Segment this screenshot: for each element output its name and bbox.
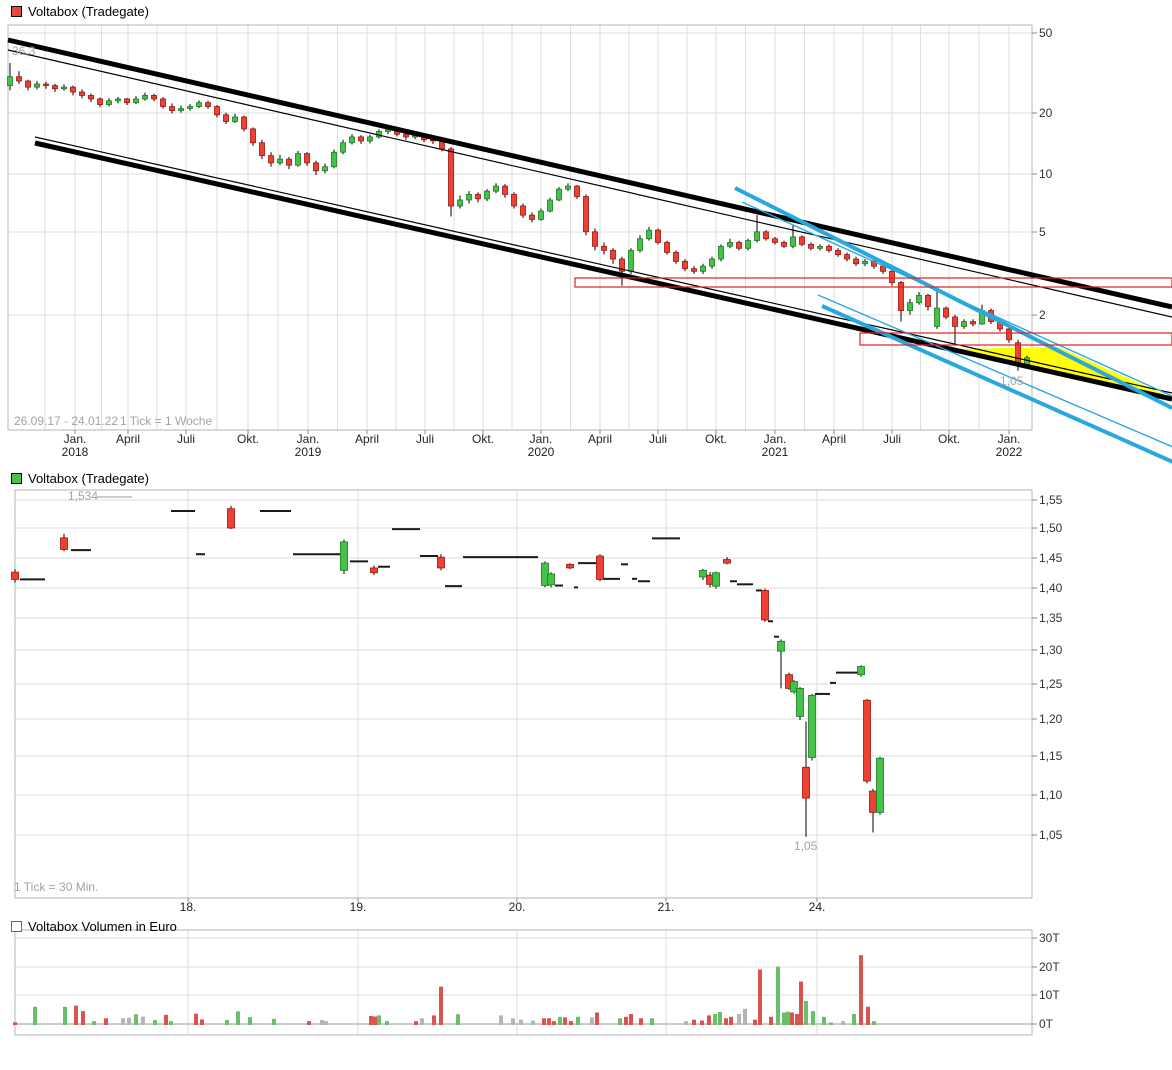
weekly-x-tick: Jan. 2019 — [276, 433, 340, 459]
volume-legend-label: Voltabox Volumen in Euro — [28, 919, 177, 934]
intraday-y-tick: 1,15 — [1039, 749, 1062, 763]
volume-y-tick: 10T — [1039, 988, 1060, 1002]
weekly-tick-text: 1 Tick = 1 Woche — [120, 414, 212, 428]
weekly-high-annotation: 36,3 — [12, 44, 35, 58]
weekly-x-tick: Okt. — [684, 433, 748, 446]
weekly-legend-label: Voltabox (Tradegate) — [28, 4, 149, 19]
weekly-y-tick: 10 — [1039, 167, 1052, 181]
weekly-range-text: 26.09.17 - 24.01.22 — [14, 414, 118, 428]
intraday-x-tick: 24. — [785, 901, 849, 914]
intraday-tick-text: 1 Tick = 30 Min. — [14, 880, 98, 894]
intraday-y-tick: 1,10 — [1039, 788, 1062, 802]
intraday-x-tick: 21. — [634, 901, 698, 914]
intraday-y-tick: 1,55 — [1039, 493, 1062, 507]
weekly-y-tick: 2 — [1039, 308, 1046, 322]
weekly-x-tick: April — [96, 433, 160, 446]
intraday-high-annotation: 1,534 — [68, 489, 98, 503]
intraday-y-tick: 1,30 — [1039, 643, 1062, 657]
weekly-x-tick: April — [335, 433, 399, 446]
intraday-legend-label: Voltabox (Tradegate) — [28, 471, 149, 486]
weekly-x-tick: Jan. 2021 — [743, 433, 807, 459]
weekly-x-tick: Juli — [626, 433, 690, 446]
weekly-x-tick: Jan. 2022 — [977, 433, 1041, 459]
legend-swatch-red-icon — [11, 6, 22, 17]
volume-y-tick: 30T — [1039, 931, 1060, 945]
intraday-y-tick: 1,20 — [1039, 712, 1062, 726]
weekly-chart-legend: Voltabox (Tradegate) — [11, 4, 149, 19]
legend-swatch-white-icon — [11, 921, 22, 932]
volume-chart-legend: Voltabox Volumen in Euro — [11, 919, 177, 934]
intraday-x-tick: 18. — [156, 901, 220, 914]
intraday-y-tick: 1,45 — [1039, 551, 1062, 565]
weekly-low-annotation: 1,05 — [1000, 374, 1023, 388]
weekly-x-tick: Jan. 2020 — [509, 433, 573, 459]
intraday-y-tick: 1,05 — [1039, 828, 1062, 842]
chart-page: Voltabox (Tradegate) Voltabox (Tradegate… — [0, 0, 1172, 1070]
legend-swatch-green-icon — [11, 473, 22, 484]
intraday-y-tick: 1,40 — [1039, 581, 1062, 595]
weekly-x-tick: Okt. — [216, 433, 280, 446]
intraday-y-tick: 1,35 — [1039, 611, 1062, 625]
weekly-x-tick: Juli — [154, 433, 218, 446]
weekly-x-tick: Okt. — [451, 433, 515, 446]
weekly-y-tick: 20 — [1039, 106, 1052, 120]
intraday-y-tick: 1,25 — [1039, 677, 1062, 691]
weekly-y-tick: 50 — [1039, 26, 1052, 40]
weekly-x-tick: April — [568, 433, 632, 446]
volume-y-tick: 0T — [1039, 1017, 1053, 1031]
weekly-x-tick: Okt. — [917, 433, 981, 446]
intraday-x-tick: 20. — [485, 901, 549, 914]
weekly-y-tick: 5 — [1039, 225, 1046, 239]
intraday-low-annotation: 1,05 — [794, 839, 817, 853]
intraday-x-tick: 19. — [326, 901, 390, 914]
intraday-chart-legend: Voltabox (Tradegate) — [11, 471, 149, 486]
volume-y-tick: 20T — [1039, 960, 1060, 974]
weekly-x-tick: April — [802, 433, 866, 446]
intraday-y-tick: 1,50 — [1039, 521, 1062, 535]
weekly-x-tick: Juli — [860, 433, 924, 446]
weekly-x-tick: Juli — [393, 433, 457, 446]
